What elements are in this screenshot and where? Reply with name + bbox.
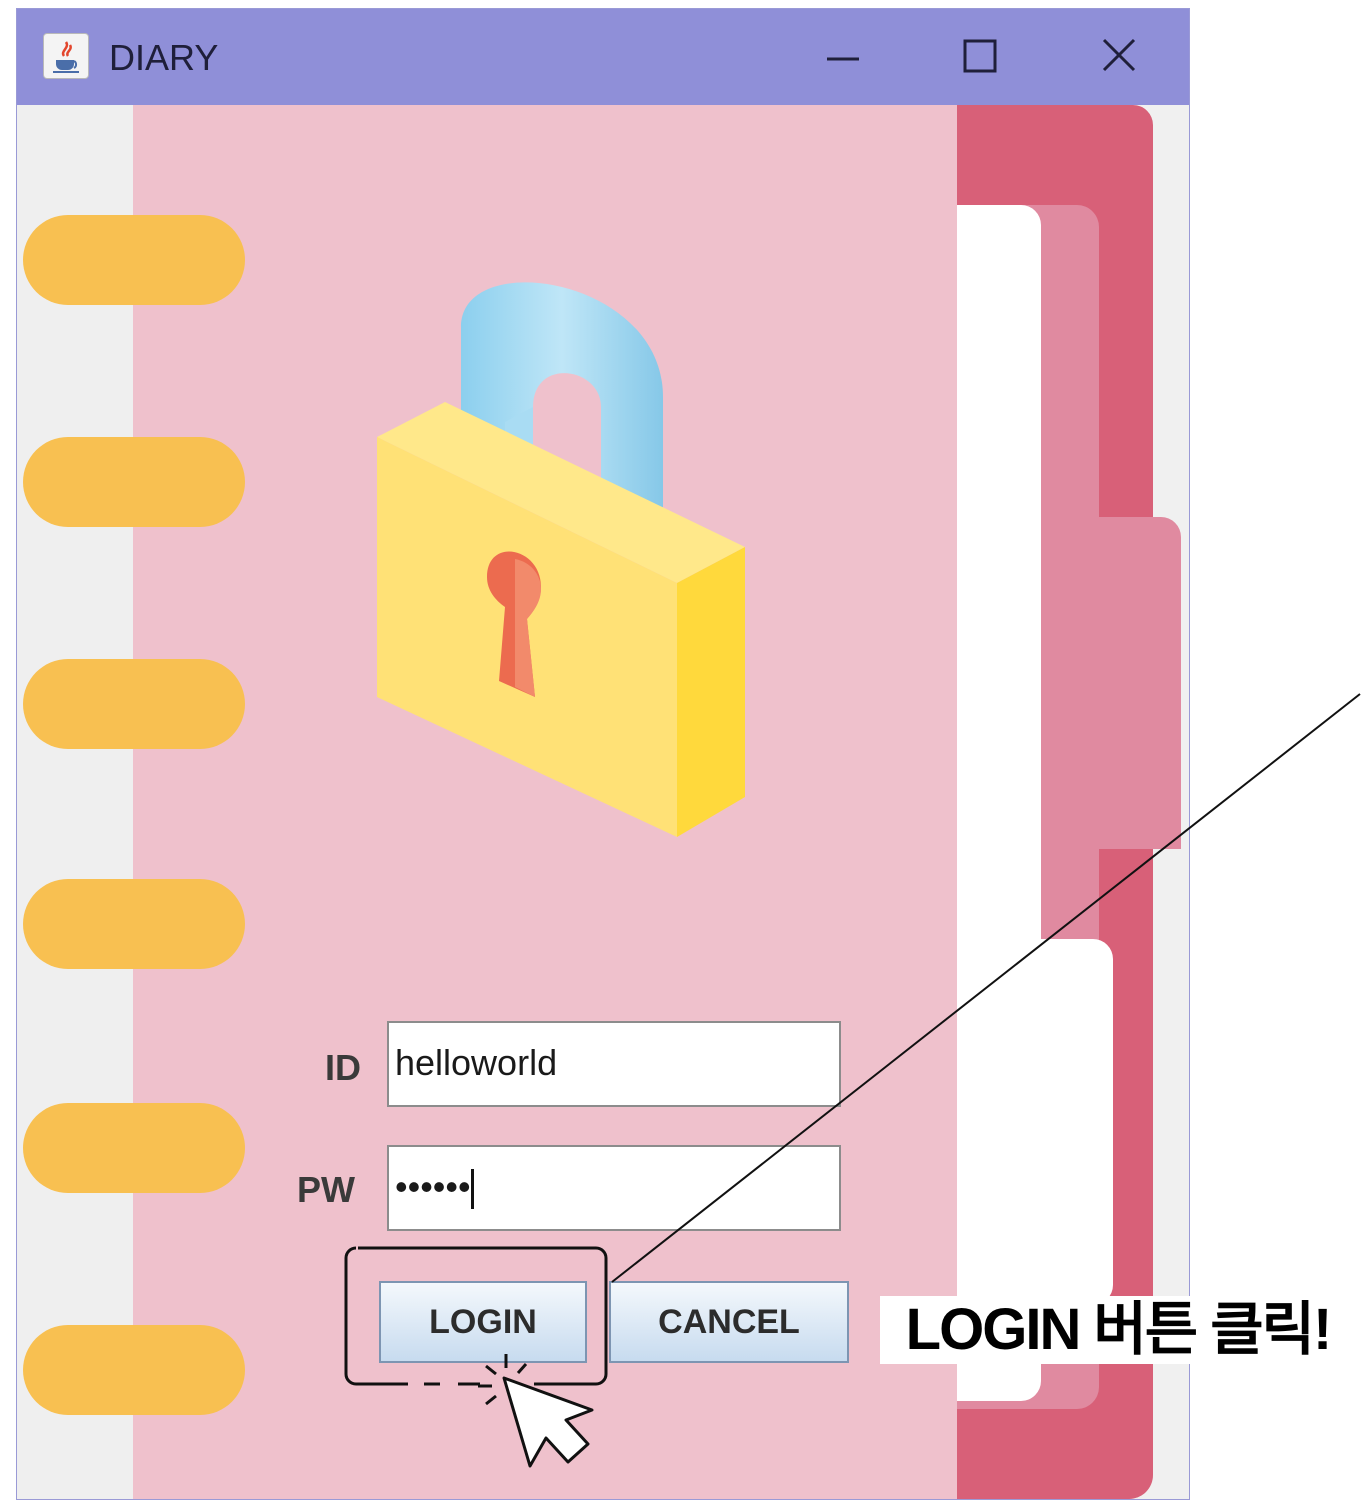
cancel-button[interactable]: CANCEL: [609, 1281, 849, 1363]
maximize-button[interactable]: [949, 29, 1009, 85]
window-title: DIARY: [109, 37, 219, 78]
binder-ring: [23, 879, 245, 969]
annotation-label: LOGIN 버튼 클릭!: [880, 1296, 1356, 1364]
id-input-value: helloworld: [395, 1042, 558, 1083]
password-input-value: ••••••: [395, 1166, 471, 1207]
binder-ring: [23, 1103, 245, 1193]
java-cup-icon: [43, 33, 89, 79]
minimize-button[interactable]: [813, 29, 873, 85]
binder-ring: [23, 437, 245, 527]
maximize-icon: [963, 39, 997, 73]
title-bar[interactable]: DIARY: [17, 9, 1189, 105]
login-button[interactable]: LOGIN: [379, 1281, 587, 1363]
diary-background: ID helloworld PW •••••• LOGIN CANCEL: [17, 105, 1189, 1499]
close-icon: [1102, 38, 1136, 72]
padlock-icon: [377, 282, 745, 837]
binder-ring: [23, 1325, 245, 1415]
pw-label: PW: [297, 1169, 355, 1210]
text-caret: [470, 1169, 474, 1210]
diary-window: DIARY ID helloworld PW •••••• LOGIN CANC…: [16, 8, 1190, 1500]
binder-ring: [23, 215, 245, 305]
minimize-icon: [827, 57, 859, 61]
password-input[interactable]: ••••••: [387, 1145, 841, 1231]
close-button[interactable]: [1089, 29, 1149, 85]
id-label: ID: [325, 1047, 361, 1088]
diary-tabs: [957, 105, 1189, 1499]
binding-strip: [17, 105, 133, 1499]
binder-ring: [23, 659, 245, 749]
id-input[interactable]: helloworld: [387, 1021, 841, 1107]
